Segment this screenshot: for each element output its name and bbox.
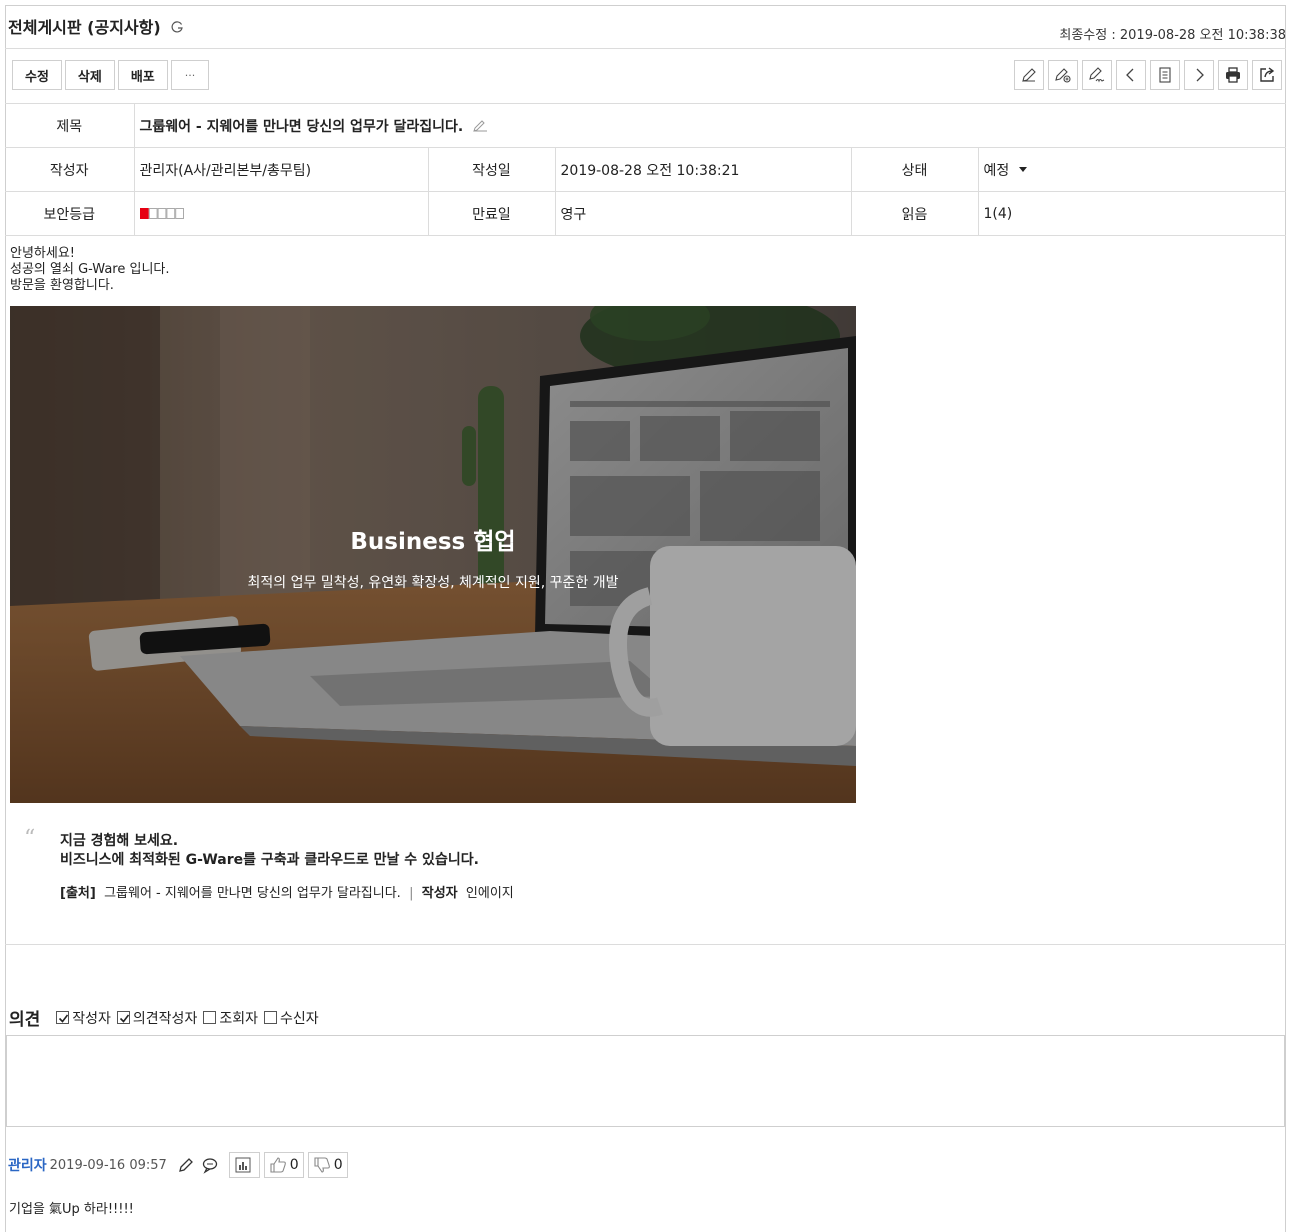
security-row: 보안등급 만료일 영구 읽음 1(4): [5, 191, 1286, 236]
quote-block: 지금 경험해 보세요. 비즈니스에 최적화된 G-Ware를 구축과 클라우드로…: [60, 833, 479, 868]
status-dropdown[interactable]: 예정: [978, 147, 1286, 192]
print-button[interactable]: [1218, 60, 1248, 90]
post-subject: 그룹웨어 - 지웨어를 만나면 당신의 업무가 달라집니다.: [139, 118, 464, 135]
opinion-title: 의견: [9, 1010, 41, 1030]
pencil-sign-icon: [1089, 67, 1105, 83]
security-level-segment: [165, 208, 175, 219]
export-button[interactable]: [1252, 60, 1282, 90]
security-level-segment: [157, 208, 166, 219]
chevron-right-icon: [1196, 68, 1204, 82]
divider: [5, 944, 1286, 945]
quote-mark-icon: “: [24, 826, 36, 851]
thumbs-down-icon: [314, 1157, 330, 1173]
expire-label: 만료일: [428, 191, 556, 236]
opinion-header: 의견 작성자 의견작성자 조회자 수신자: [9, 1005, 325, 1030]
write-share-button[interactable]: [1048, 60, 1078, 90]
filter-commenter-checkbox[interactable]: 의견작성자: [116, 1008, 197, 1028]
dislike-count: 0: [333, 1157, 343, 1173]
checkbox-box[interactable]: [56, 1011, 70, 1024]
delete-button[interactable]: 삭제: [64, 60, 115, 90]
read-count[interactable]: 1(4): [978, 191, 1286, 236]
more-button[interactable]: ···: [170, 60, 210, 90]
comment-meta: 관리자 2019-09-16 09:57 0 0: [8, 1152, 348, 1178]
security-level-segment: [139, 208, 149, 219]
list-button[interactable]: [1150, 60, 1180, 90]
export-icon: [1260, 67, 1275, 82]
refresh-icon[interactable]: [170, 20, 184, 34]
write-sign-button[interactable]: [1082, 60, 1112, 90]
edit-pencil-icon[interactable]: [472, 119, 490, 133]
expire-value: 영구: [555, 191, 852, 236]
like-button[interactable]: 0: [263, 1152, 304, 1178]
list-doc-icon: [1159, 67, 1171, 83]
checkbox-box[interactable]: [263, 1011, 277, 1024]
checkbox-box[interactable]: [116, 1011, 130, 1024]
security-label: 보안등급: [5, 191, 135, 236]
written-date-label: 작성일: [428, 147, 556, 192]
icon-toolbar: [1014, 60, 1282, 90]
subject-label: 제목: [5, 103, 135, 148]
read-label: 읽음: [851, 191, 979, 236]
filter-recipient-checkbox[interactable]: 수신자: [263, 1008, 319, 1028]
chevron-left-icon: [1126, 68, 1134, 82]
checkbox-box[interactable]: [203, 1011, 217, 1024]
stats-button[interactable]: [228, 1152, 260, 1178]
next-button[interactable]: [1184, 60, 1214, 90]
prev-button[interactable]: [1116, 60, 1146, 90]
pencil-icon: [1022, 68, 1036, 82]
write-button[interactable]: [1014, 60, 1044, 90]
writer-label: 작성자: [5, 147, 135, 192]
writer-row: 작성자 관리자(A사/관리본부/총무팀) 작성일 2019-08-28 오전 1…: [5, 147, 1286, 192]
edit-button[interactable]: 수정: [12, 60, 62, 90]
pencil-share-icon: [1055, 68, 1071, 83]
bar-chart-icon: [235, 1157, 251, 1173]
page-title: 전체게시판 (공지사항): [8, 14, 184, 38]
security-level-segment: [148, 208, 158, 219]
hero-title: Business 협업: [350, 529, 516, 555]
edit-pencil-icon[interactable]: [177, 1156, 195, 1174]
reply-bubble-icon[interactable]: [201, 1156, 219, 1174]
comment-text: 기업을 氣Up 하라!!!!!: [9, 1202, 134, 1217]
last-modified: 최종수정 : 2019-08-28 오전 10:38:38: [1059, 28, 1286, 43]
written-date-value: 2019-08-28 오전 10:38:21: [555, 147, 852, 192]
dislike-button[interactable]: 0: [307, 1152, 348, 1178]
source-line: [출처] 그룹웨어 - 지웨어를 만나면 당신의 업무가 달라집니다. | 작성…: [60, 886, 514, 901]
thumbs-up-icon: [270, 1157, 286, 1173]
hero-image: Business 협업 최적의 업무 밀착성, 유연화 확장성, 체계적인 지원…: [10, 306, 856, 803]
security-level-segment: [174, 208, 184, 219]
security-level-bar: [139, 208, 184, 219]
status-value: 예정: [983, 162, 1010, 179]
comment-input[interactable]: [6, 1035, 1285, 1127]
subject-row: 제목 그룹웨어 - 지웨어를 만나면 당신의 업무가 달라집니다.: [5, 103, 1286, 148]
caret-down-icon: [1018, 166, 1027, 172]
writer-value: 관리자(A사/관리본부/총무팀): [134, 147, 429, 192]
subject-cell: 그룹웨어 - 지웨어를 만나면 당신의 업무가 달라집니다.: [134, 103, 1286, 148]
filter-writer-checkbox[interactable]: 작성자: [56, 1008, 111, 1028]
like-count: 0: [289, 1157, 299, 1173]
distribute-button[interactable]: 배포: [117, 60, 168, 90]
divider: [5, 48, 1286, 49]
post-meta-table: 제목 그룹웨어 - 지웨어를 만나면 당신의 업무가 달라집니다. 작성자 관리…: [5, 103, 1286, 236]
hero-subtitle: 최적의 업무 밀착성, 유연화 확장성, 체계적인 지원, 꾸준한 개발: [247, 575, 619, 591]
comment-author[interactable]: 관리자: [8, 1155, 47, 1175]
print-icon: [1226, 67, 1240, 83]
security-cell: [134, 191, 429, 236]
comment-date: 2019-09-16 09:57: [49, 1157, 167, 1173]
status-label: 상태: [851, 147, 979, 192]
action-toolbar: 수정 삭제 배포 ···: [12, 60, 210, 90]
post-body-text: 안녕하세요! 성공의 열쇠 G-Ware 입니다. 방문을 환영합니다.: [10, 246, 170, 293]
filter-viewer-checkbox[interactable]: 조회자: [203, 1008, 258, 1028]
